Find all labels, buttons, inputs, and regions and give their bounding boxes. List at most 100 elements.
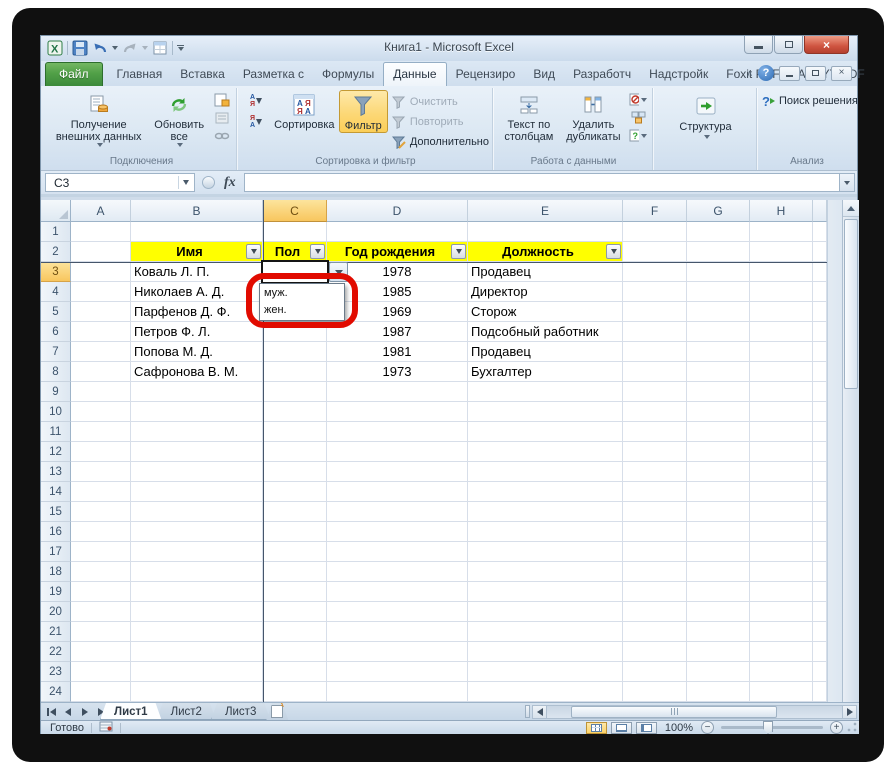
advanced-filter-button[interactable]: Дополнительно	[392, 133, 489, 151]
cell-H5[interactable]	[750, 302, 813, 322]
cell-E24[interactable]	[468, 682, 623, 702]
cell-B5[interactable]: Парфенов Д. Ф.	[131, 302, 263, 322]
cell-E14[interactable]	[468, 482, 623, 502]
cell-B17[interactable]	[131, 542, 263, 562]
cell-E19[interactable]	[468, 582, 623, 602]
tab-split-handle[interactable]	[525, 705, 530, 718]
cell-D1[interactable]	[327, 222, 468, 242]
cell-A19[interactable]	[71, 582, 131, 602]
cell-H8[interactable]	[750, 362, 813, 382]
cell-A4[interactable]	[71, 282, 131, 302]
cell-E23[interactable]	[468, 662, 623, 682]
filter-dropdown-icon[interactable]	[606, 244, 621, 259]
cell-B16[interactable]	[131, 522, 263, 542]
cell-B3[interactable]: Коваль Л. П.	[131, 262, 263, 282]
cell-F1[interactable]	[623, 222, 687, 242]
cell-E22[interactable]	[468, 642, 623, 662]
zoom-level[interactable]: 100%	[665, 722, 693, 734]
cell-D21[interactable]	[327, 622, 468, 642]
ribbon-tab-10[interactable]: Надстройк	[640, 63, 717, 86]
row-header-13[interactable]: 13	[41, 462, 71, 482]
cell-B20[interactable]	[131, 602, 263, 622]
horizontal-scroll-track[interactable]	[547, 705, 842, 719]
row-header-22[interactable]: 22	[41, 642, 71, 662]
cell-C20[interactable]	[263, 602, 327, 622]
cell-G2[interactable]	[687, 242, 750, 262]
cell-D11[interactable]	[327, 422, 468, 442]
cell-H15[interactable]	[750, 502, 813, 522]
cell-A20[interactable]	[71, 602, 131, 622]
ribbon-tab-9[interactable]: Разработч	[564, 63, 640, 86]
cell-E6[interactable]: Подсобный работник	[468, 322, 623, 342]
cell-H20[interactable]	[750, 602, 813, 622]
cell-A2[interactable]	[71, 242, 131, 262]
cell-H1[interactable]	[750, 222, 813, 242]
cell-D14[interactable]	[327, 482, 468, 502]
row-header-10[interactable]: 10	[41, 402, 71, 422]
cell-F5[interactable]	[623, 302, 687, 322]
connection-properties-icon[interactable]	[213, 92, 231, 107]
row-header-16[interactable]: 16	[41, 522, 71, 542]
cell-G21[interactable]	[687, 622, 750, 642]
ribbon-tab-1[interactable]: Файл	[45, 62, 103, 86]
sheet-tab-3[interactable]: Лист3	[211, 703, 270, 720]
cell-H2[interactable]	[750, 242, 813, 262]
cell-A15[interactable]	[71, 502, 131, 522]
refresh-all-button[interactable]: Обновить все	[147, 90, 211, 147]
cell-B2[interactable]: Имя	[131, 242, 263, 262]
cell-G16[interactable]	[687, 522, 750, 542]
cell-A3[interactable]	[71, 262, 131, 282]
cell-D20[interactable]	[327, 602, 468, 622]
normal-view-button[interactable]	[586, 722, 607, 734]
cell-H14[interactable]	[750, 482, 813, 502]
cell-E2[interactable]: Должность	[468, 242, 623, 262]
cell-A17[interactable]	[71, 542, 131, 562]
cell-H19[interactable]	[750, 582, 813, 602]
cell-G6[interactable]	[687, 322, 750, 342]
remove-duplicates-button[interactable]: Удалить дубликаты	[560, 90, 627, 143]
cell-G3[interactable]	[687, 262, 750, 282]
cell-F3[interactable]	[623, 262, 687, 282]
ribbon-tab-4[interactable]: Разметка с	[234, 63, 313, 86]
row-header-17[interactable]: 17	[41, 542, 71, 562]
cell-E17[interactable]	[468, 542, 623, 562]
insert-function-icon[interactable]: fx	[224, 175, 236, 191]
column-header-B[interactable]: B	[131, 200, 263, 222]
sheet-tab-1[interactable]: Лист1	[100, 703, 162, 720]
resize-grip[interactable]	[846, 721, 858, 733]
cell-C22[interactable]	[263, 642, 327, 662]
column-header-C[interactable]: C	[263, 200, 327, 222]
page-break-view-button[interactable]	[636, 722, 657, 734]
cell-A11[interactable]	[71, 422, 131, 442]
cell-C15[interactable]	[263, 502, 327, 522]
cell-A6[interactable]	[71, 322, 131, 342]
row-header-19[interactable]: 19	[41, 582, 71, 602]
ribbon-tab-5[interactable]: Формулы	[313, 63, 383, 86]
row-header-24[interactable]: 24	[41, 682, 71, 702]
ribbon-tab-3[interactable]: Вставка	[171, 63, 234, 86]
cell-F7[interactable]	[623, 342, 687, 362]
cell-F10[interactable]	[623, 402, 687, 422]
cell-G12[interactable]	[687, 442, 750, 462]
row-header-7[interactable]: 7	[41, 342, 71, 362]
filter-button[interactable]: Фильтр	[339, 90, 388, 133]
minimize-button[interactable]	[744, 36, 773, 54]
cell-B13[interactable]	[131, 462, 263, 482]
cell-A16[interactable]	[71, 522, 131, 542]
cell-F16[interactable]	[623, 522, 687, 542]
cell-A23[interactable]	[71, 662, 131, 682]
cell-D19[interactable]	[327, 582, 468, 602]
cell-B8[interactable]: Сафронова В. М.	[131, 362, 263, 382]
row-header-9[interactable]: 9	[41, 382, 71, 402]
sort-descending-button[interactable]: ЯА	[244, 113, 268, 131]
cell-C17[interactable]	[263, 542, 327, 562]
cell-G17[interactable]	[687, 542, 750, 562]
name-box-dropdown-icon[interactable]	[178, 176, 192, 189]
save-icon[interactable]	[72, 40, 88, 56]
cell-G5[interactable]	[687, 302, 750, 322]
cell-D2[interactable]: Год рождения	[327, 242, 468, 262]
data-validation-icon[interactable]	[629, 92, 647, 107]
cell-G7[interactable]	[687, 342, 750, 362]
next-sheet-icon[interactable]	[78, 705, 92, 718]
text-to-columns-button[interactable]: Текст по столбцам	[498, 90, 560, 143]
